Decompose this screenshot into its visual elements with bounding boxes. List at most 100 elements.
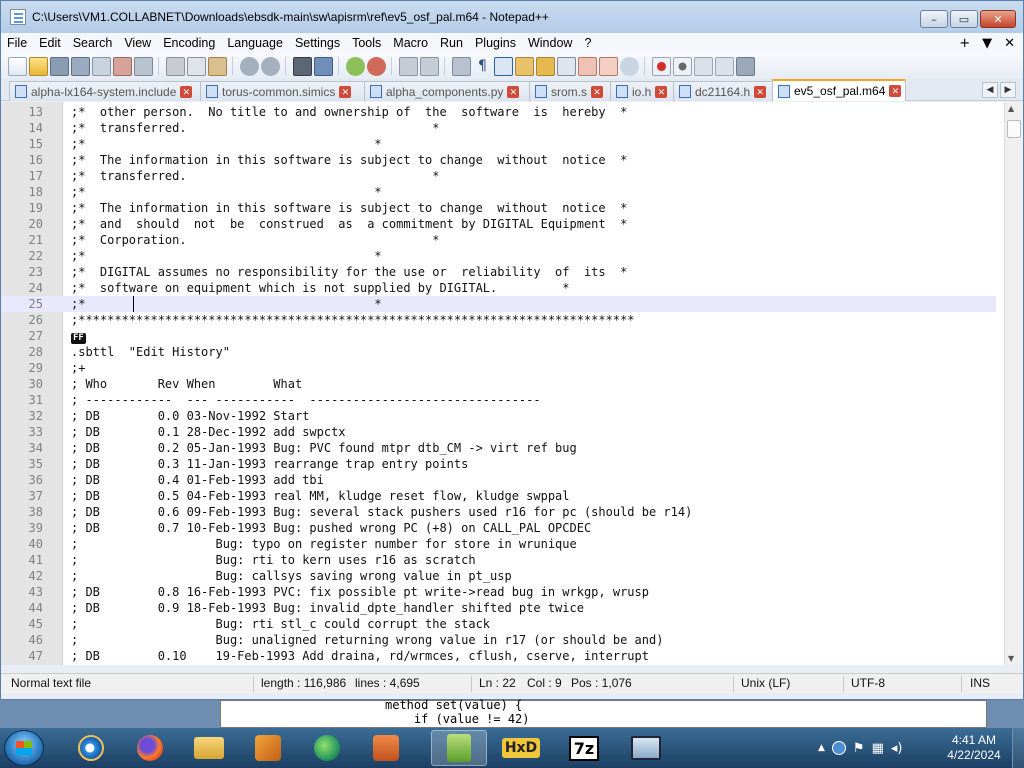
save-all-icon[interactable] [71,56,90,76]
code-line[interactable]: 17 ;* transferred. * [1,168,996,184]
play-macro-icon[interactable] [694,56,713,76]
word-wrap-icon[interactable] [452,56,471,76]
replace-icon[interactable] [314,56,333,76]
stop-macro-icon[interactable] [673,56,692,76]
code-line[interactable]: 20 ;* and should not be construed as a co… [1,216,996,232]
taskbar-firefox[interactable] [122,730,178,766]
paste-icon[interactable] [208,56,227,76]
tab-dc21164-h[interactable]: dc21164.h ✕ [673,81,773,101]
status-eol-format[interactable]: Unix (LF) [741,676,790,690]
code-line[interactable]: 16 ;* The information in this software is… [1,152,996,168]
code-line[interactable]: 43 ; DB 0.8 16-Feb-1993 PVC: fix possible… [1,584,996,600]
code-line[interactable]: 28 .sbttl "Edit History" [1,344,996,360]
taskbar-7zip[interactable]: 7z [556,730,612,766]
code-line[interactable]: 34 ; DB 0.2 05-Jan-1993 Bug: PVC found mt… [1,440,996,456]
code-line[interactable]: 36 ; DB 0.4 01-Feb-1993 add tbi [1,472,996,488]
close-all-icon[interactable] [113,56,132,76]
new-file-icon[interactable] [8,56,27,76]
code-line[interactable]: 31 ; ------------ --- ----------- -------… [1,392,996,408]
tray-expand-icon[interactable]: ▲ [818,743,825,753]
menu-run[interactable]: Run [434,36,469,50]
code-line[interactable]: 26 ;*************************************… [1,312,996,328]
save-macro-icon[interactable] [736,56,755,76]
tab-alpha-components[interactable]: alpha_components.py ✕ [364,81,530,101]
menu-help[interactable]: ? [578,36,597,50]
tab-io-h[interactable]: io.h ✕ [610,81,674,101]
menu-encoding[interactable]: Encoding [157,36,221,50]
function-list-icon[interactable] [557,56,576,76]
zoom-out-icon[interactable] [367,56,386,76]
tab-scroll-left-icon[interactable]: ◀ [982,82,998,98]
start-button[interactable] [4,730,44,766]
save-icon[interactable] [50,56,69,76]
undo-icon[interactable] [240,56,259,76]
taskbar-app-orange[interactable] [358,730,414,766]
tab-close-icon[interactable]: ✕ [591,85,603,98]
vertical-scrollbar[interactable]: ▲ ▼ [1004,102,1023,665]
taskbar-notepadpp[interactable] [431,730,487,766]
code-line[interactable]: 46 ; Bug: unaligned returning wrong value… [1,632,996,648]
sync-vertical-icon[interactable] [399,56,418,76]
code-line[interactable]: 23 ;* DIGITAL assumes no responsibility f… [1,264,996,280]
code-line[interactable]: 22 ;* * [1,248,996,264]
tab-close-icon[interactable]: ✕ [180,85,193,98]
close-button[interactable]: ✕ [980,10,1016,28]
tab-torus-common[interactable]: torus-common.simics ✕ [200,81,365,101]
open-file-icon[interactable] [29,56,48,76]
title-bar[interactable]: C:\Users\VM1.COLLABNET\Downloads\ebsdk-m… [1,1,1023,33]
editor-area[interactable]: 13 ;* other person. No title to and owner… [1,102,1023,665]
user-language-icon[interactable] [515,56,534,76]
tab-close-icon[interactable]: ✕ [754,85,767,98]
show-desktop-button[interactable] [1012,728,1024,768]
code-line[interactable]: 27 FF [1,328,996,344]
print-icon[interactable] [134,56,153,76]
zoom-in-icon[interactable] [346,56,365,76]
taskbar-media-player[interactable] [240,730,296,766]
code-line[interactable]: 40 ; Bug: typo on register number for sto… [1,536,996,552]
status-insert-mode[interactable]: INS [970,676,990,690]
taskbar-remote-desktop[interactable] [618,730,674,766]
tab-ev5-osf-pal[interactable]: ev5_osf_pal.m64 ✕ [772,79,906,101]
code-line[interactable]: 19 ;* The information in this software is… [1,200,996,216]
taskbar-internet-explorer[interactable] [63,730,119,766]
menu-macro[interactable]: Macro [387,36,434,50]
minimize-button[interactable]: – [920,10,948,28]
folder-workspace-icon[interactable] [578,56,597,76]
sync-horizontal-icon[interactable] [420,56,439,76]
code-line[interactable]: 41 ; Bug: rti to kern uses r16 as scratch [1,552,996,568]
tab-scroll-right-icon[interactable]: ▶ [1000,82,1016,98]
redo-icon[interactable] [261,56,280,76]
find-icon[interactable] [293,56,312,76]
code-line[interactable]: 39 ; DB 0.7 10-Feb-1993 Bug: pushed wrong… [1,520,996,536]
taskbar-media-center[interactable] [299,730,355,766]
menu-language[interactable]: Language [221,36,289,50]
code-line[interactable]: 32 ; DB 0.0 03-Nov-1992 Start [1,408,996,424]
code-line[interactable]: 15 ;* * [1,136,996,152]
eye-icon[interactable] [620,56,639,76]
notepadpp-app-icon[interactable] [10,9,26,25]
tab-close-icon[interactable]: ✕ [507,85,520,98]
code-line[interactable]: 24 ;* software on equipment which is not … [1,280,996,296]
code-line[interactable]: 35 ; DB 0.3 11-Jan-1993 rearrange trap en… [1,456,996,472]
code-line[interactable]: 13 ;* other person. No title to and owner… [1,104,996,120]
menu-settings[interactable]: Settings [289,36,346,50]
action-center-flag-icon[interactable]: ⚑ [853,741,865,756]
tab-close-icon[interactable]: ✕ [889,85,902,97]
code-line[interactable]: 30 ; Who Rev When What [1,376,996,392]
show-all-chars-icon[interactable]: ¶ [473,57,492,76]
taskbar-clock[interactable]: 4:41 AM 4/22/2024 [944,733,1004,763]
code-line[interactable]: 33 ; DB 0.1 28-Dec-1992 add swpctx [1,424,996,440]
tab-alpha-lx164-system[interactable]: alpha-lx164-system.include ✕ [9,81,201,101]
indent-guide-icon[interactable] [494,56,513,76]
code-line[interactable]: 21 ;* Corporation. * [1,232,996,248]
scroll-down-arrow-icon[interactable]: ▼ [1008,654,1014,663]
code-line[interactable]: 47 ; DB 0.10 19-Feb-1993 Add draina, rd/w… [1,648,996,664]
language-bar-icon[interactable] [831,741,846,755]
tab-list-dropdown-icon[interactable]: ▼ [982,36,992,51]
code-line[interactable]: 42 ; Bug: callsys saving wrong value in p… [1,568,996,584]
close-file-icon[interactable] [92,56,111,76]
code-line[interactable]: 29 ;+ [1,360,996,376]
tab-srom[interactable]: srom.s ✕ [529,81,611,101]
code-line[interactable]: 45 ; Bug: rti stl_c could corrupt the sta… [1,616,996,632]
code-line[interactable]: 14 ;* transferred. * [1,120,996,136]
